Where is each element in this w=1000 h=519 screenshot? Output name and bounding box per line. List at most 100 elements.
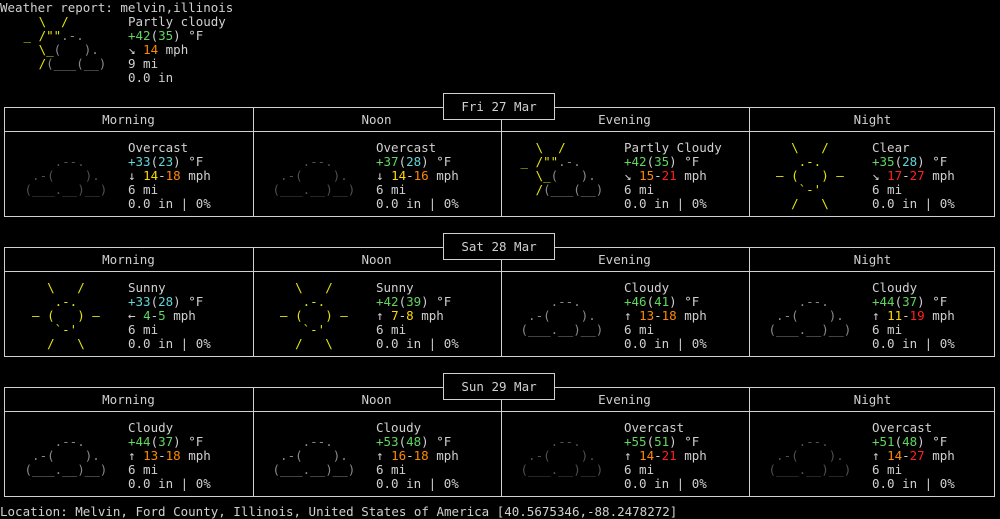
- location-line: Location: Melvin, Ford County, Illinois,…: [0, 504, 678, 519]
- overcast-weather-icon: [265, 141, 363, 155]
- wind-direction-icon: ↑: [376, 308, 384, 323]
- temp-unit: °F: [188, 154, 204, 169]
- condition-text: Cloudy: [872, 280, 918, 295]
- sunny-weather-icon: .-.: [17, 295, 115, 309]
- period-info-line: ↓ 14-16 mph: [376, 169, 459, 183]
- art-segment: ( ).: [550, 168, 611, 183]
- temp-unit: °F: [684, 434, 700, 449]
- period-info-line: ↑ 16-18 mph: [376, 449, 459, 463]
- feels-like-temperature: 48: [406, 434, 422, 449]
- wind-direction-icon: ↑: [128, 448, 136, 463]
- art-segment: .-( ).: [761, 308, 859, 323]
- period-info-line: 6 mi: [872, 323, 902, 337]
- current-wind-speed: 14: [143, 42, 159, 57]
- paren: ): [173, 28, 189, 43]
- period-info-line: +42(39) °F: [376, 295, 451, 309]
- period-info-line: +51(48) °F: [872, 435, 947, 449]
- art-segment: [513, 280, 611, 295]
- wind-direction-icon: ↓: [376, 168, 384, 183]
- current-info-line: 9 mi: [128, 57, 158, 71]
- wind-speed-low: 14: [639, 448, 655, 463]
- overcast-weather-icon: (___.__)__): [761, 463, 859, 477]
- feels-like-temperature: 23: [158, 154, 174, 169]
- cloudy-weather-icon: [17, 477, 115, 491]
- paren: ): [669, 154, 685, 169]
- temperature: +53: [376, 434, 399, 449]
- cloudy-weather-icon: (___.__)__): [17, 463, 115, 477]
- wind-speed-high: 16: [413, 168, 429, 183]
- period-info-line: Clear: [872, 141, 910, 155]
- period-info-line: Sunny: [376, 281, 414, 295]
- period-info-line: 0.0 in | 0%: [624, 337, 707, 351]
- header-divider: [5, 271, 994, 272]
- art-segment: (___.__)__): [17, 462, 115, 477]
- art-segment: `-': [265, 322, 363, 337]
- art-segment: ― ( ) ―: [265, 308, 363, 323]
- period-info-line: 6 mi: [872, 183, 902, 197]
- wind-speed-high: 18: [661, 308, 677, 323]
- temperature: +35: [872, 154, 895, 169]
- period-info-line: 0.0 in | 0%: [872, 197, 955, 211]
- period-info-line: +46(41) °F: [624, 295, 699, 309]
- wind-unit: mph: [436, 168, 459, 183]
- wind-speed-high: 5: [158, 308, 166, 323]
- condition-text: Cloudy: [376, 420, 422, 435]
- temp-unit: °F: [188, 294, 204, 309]
- art-segment: /: [513, 182, 544, 197]
- art-segment: [265, 196, 363, 211]
- overcast-weather-icon: [761, 421, 859, 435]
- precipitation: 0.0 in | 0%: [872, 196, 955, 211]
- art-segment: .-( ).: [265, 168, 363, 183]
- forecast-day-panel: Morning \ / .-. ― ( ) ― `-' / \ Sunny +33…: [4, 247, 995, 357]
- art-segment: [265, 420, 363, 435]
- temperature: +33: [128, 154, 151, 169]
- period-info-line: 0.0 in | 0%: [376, 197, 459, 211]
- current-weather-icon: _ /"".-.: [16, 29, 114, 43]
- precipitation: 0.0 in | 0%: [376, 476, 459, 491]
- feels-like-temperature: 48: [902, 434, 918, 449]
- wind-unit: mph: [684, 168, 707, 183]
- paren: (: [150, 28, 159, 43]
- art-segment: / \: [761, 196, 859, 211]
- overcast-weather-icon: [17, 197, 115, 211]
- period-info-line: +37(28) °F: [376, 155, 451, 169]
- cloudy-weather-icon: .-( ).: [761, 309, 859, 323]
- condition-text: Cloudy: [624, 280, 670, 295]
- wind-direction-icon: ↘: [128, 42, 136, 57]
- period-info-line: ↑ 11-19 mph: [872, 309, 955, 323]
- period-info-line: 0.0 in | 0%: [624, 477, 707, 491]
- dash: -: [406, 168, 414, 183]
- visibility: 6 mi: [872, 462, 903, 477]
- cloudy-weather-icon: [513, 281, 611, 295]
- sunny-weather-icon: .-.: [265, 295, 363, 309]
- art-segment: [17, 476, 115, 491]
- cloudy-weather-icon: .-( ).: [265, 449, 363, 463]
- feels-like-temperature: 39: [406, 294, 422, 309]
- period-info-line: ↑ 13-18 mph: [128, 449, 211, 463]
- current-temp: +42: [128, 28, 151, 43]
- art-segment: [761, 420, 859, 435]
- wind-unit: mph: [421, 308, 444, 323]
- feels-like-temperature: 51: [654, 434, 670, 449]
- report-title: Weather report: melvin,illinois: [0, 0, 234, 15]
- feels-like-temperature: 37: [902, 294, 918, 309]
- art-segment: .--.: [761, 294, 859, 309]
- period-info-line: Overcast: [624, 421, 684, 435]
- period-label-night: Night: [853, 392, 892, 407]
- wind-speed-low: 16: [391, 448, 407, 463]
- feels-like-temperature: 28: [406, 154, 422, 169]
- wind-unit: mph: [436, 448, 459, 463]
- wind-unit: mph: [932, 448, 955, 463]
- precipitation: 0.0 in | 0%: [872, 476, 955, 491]
- temperature: +42: [376, 294, 399, 309]
- wind-speed-low: 7: [391, 308, 399, 323]
- wind-speed-high: 18: [165, 168, 181, 183]
- current-precip: 0.0 in: [128, 70, 174, 85]
- period-label-night: Night: [853, 252, 892, 267]
- period-info-line: +33(28) °F: [128, 295, 203, 309]
- period-info-line: 6 mi: [376, 463, 406, 477]
- cloudy-weather-icon: .--.: [265, 435, 363, 449]
